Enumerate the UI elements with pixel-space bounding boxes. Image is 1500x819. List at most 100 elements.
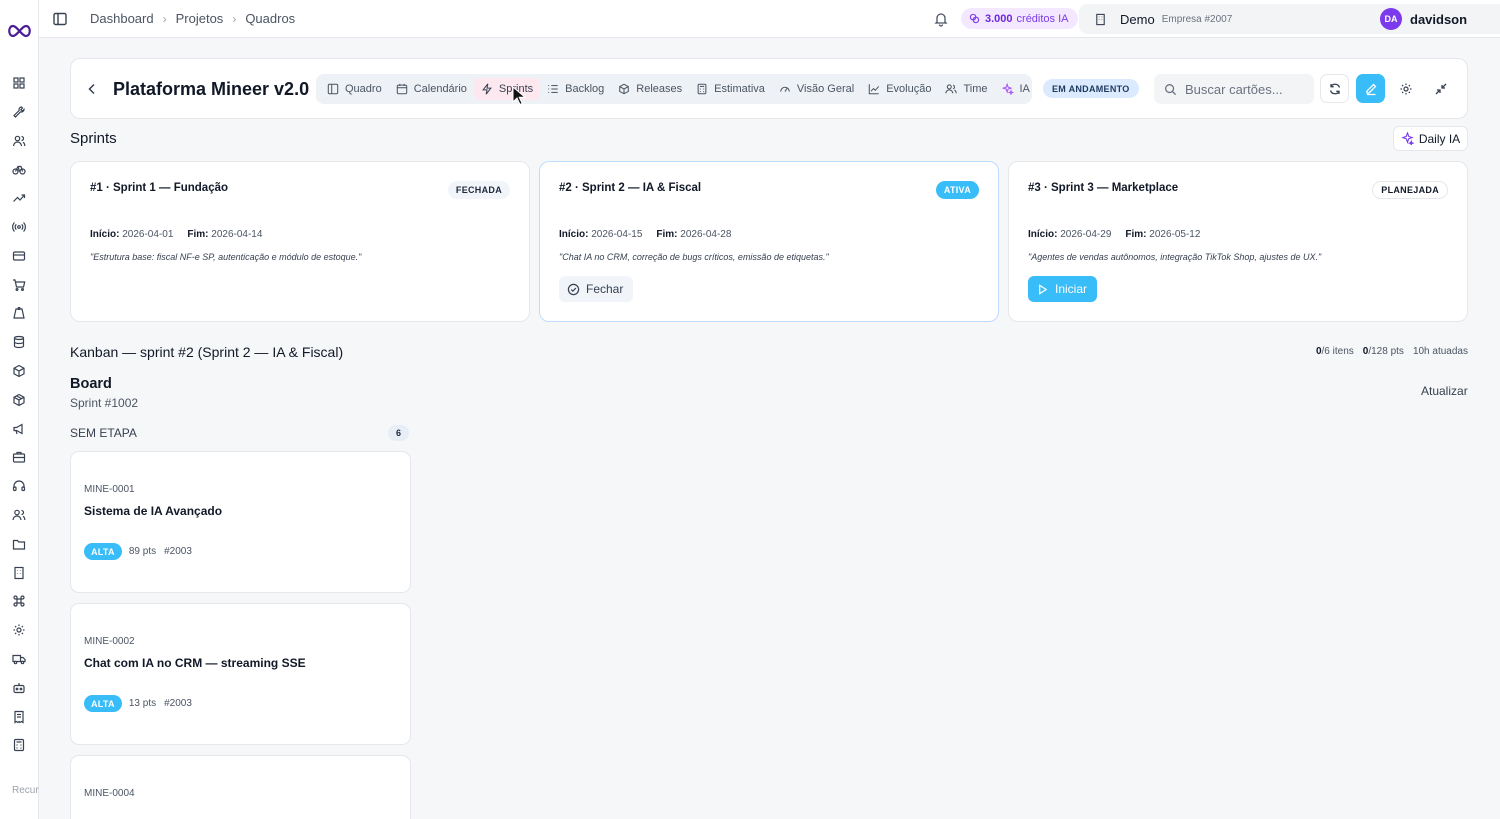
team-icon bbox=[12, 509, 26, 521]
kanban-card[interactable]: MINE-0002 Chat com IA no CRM — streaming… bbox=[70, 603, 411, 745]
breadcrumb-quadros[interactable]: Quadros bbox=[245, 11, 295, 26]
gauge-icon bbox=[780, 86, 790, 92]
topbar: Dashboard › Projetos › Quadros 3.000 cré… bbox=[39, 0, 1500, 38]
user-menu[interactable]: DA davidson bbox=[1374, 4, 1500, 34]
sidebar-tools-icon[interactable] bbox=[11, 104, 27, 120]
sprint-dates: Início: 2026-04-15 Fim: 2026-04-28 bbox=[559, 229, 731, 240]
board-title: Board bbox=[70, 376, 112, 392]
app-logo-icon[interactable] bbox=[7, 23, 32, 39]
bell-icon[interactable] bbox=[933, 11, 949, 27]
tab-visão-geral[interactable]: Visão Geral bbox=[772, 78, 861, 100]
company-sub: Empresa #2007 bbox=[1161, 13, 1233, 25]
minimize-icon bbox=[1435, 83, 1446, 94]
search-input[interactable]: Buscar cartões... bbox=[1154, 74, 1314, 104]
sidebar-trending-icon[interactable] bbox=[11, 190, 27, 206]
refresh-board-link[interactable]: Atualizar bbox=[1421, 384, 1468, 398]
board-subtitle: Sprint #1002 bbox=[70, 396, 139, 410]
sidebar-building-icon[interactable] bbox=[11, 565, 27, 581]
project-tabs: Quadro Calendário Sprints Backlog Releases Es… bbox=[316, 74, 1032, 104]
sidebar-briefcase-icon[interactable] bbox=[11, 449, 27, 465]
tab-backlog[interactable]: Backlog bbox=[540, 78, 611, 100]
breadcrumb-dashboard[interactable]: Dashboard bbox=[90, 11, 154, 26]
sidebar-robot-icon[interactable] bbox=[11, 680, 27, 696]
sidebar-command-icon[interactable] bbox=[11, 593, 27, 609]
tab-label: IA bbox=[1019, 83, 1030, 95]
tab-label: Releases bbox=[636, 83, 683, 95]
sidebar-toggle-icon[interactable] bbox=[52, 11, 68, 27]
sidebar-grid-icon[interactable] bbox=[11, 75, 27, 91]
close-sprint-button[interactable]: Fechar bbox=[559, 276, 634, 302]
tab-time[interactable]: Time bbox=[938, 78, 994, 100]
sprint-title: #2 · Sprint 2 — IA & Fiscal bbox=[559, 182, 702, 194]
briefcase-icon bbox=[12, 452, 26, 463]
sidebar-database-icon[interactable] bbox=[11, 334, 27, 350]
daily-ia-button[interactable]: Daily IA bbox=[1393, 126, 1468, 151]
sidebar-radio-icon[interactable] bbox=[11, 219, 27, 235]
sprint-card-2[interactable]: #2 · Sprint 2 — IA & Fiscal ATIVA Início… bbox=[539, 161, 999, 322]
tab-evolução[interactable]: Evolução bbox=[861, 78, 938, 100]
mouse-cursor-icon bbox=[512, 86, 526, 106]
tab-label: Calendário bbox=[413, 83, 467, 95]
breadcrumb-projetos[interactable]: Projetos bbox=[176, 11, 224, 26]
tab-calendário[interactable]: Calendário bbox=[389, 78, 474, 100]
tab-quadro[interactable]: Quadro bbox=[320, 78, 389, 100]
megaphone-icon bbox=[13, 423, 23, 435]
items-stat: 0/6 itens bbox=[1316, 346, 1354, 357]
sidebar-team-icon[interactable] bbox=[11, 507, 27, 523]
settings-button[interactable] bbox=[1391, 74, 1420, 103]
sidebar-gear-icon[interactable] bbox=[11, 622, 27, 638]
minimize-button[interactable] bbox=[1426, 74, 1455, 103]
column-count-badge: 6 bbox=[388, 425, 409, 441]
points-stat: 0/128 pts bbox=[1363, 346, 1404, 357]
headset-icon bbox=[12, 480, 26, 492]
sidebar-card-icon[interactable] bbox=[11, 248, 27, 264]
sprint-card-3[interactable]: #3 · Sprint 3 — Marketplace PLANEJADA In… bbox=[1008, 161, 1468, 322]
tab-sprints[interactable]: Sprints bbox=[473, 78, 541, 100]
tab-ia[interactable]: IA bbox=[995, 78, 1037, 100]
sidebar-megaphone-icon[interactable] bbox=[11, 421, 27, 437]
sidebar-users-icon[interactable] bbox=[11, 133, 27, 149]
kanban-card[interactable]: MINE-0001 Sistema de IA Avançado ALTA 89… bbox=[70, 451, 411, 593]
sprint-title: #3 · Sprint 3 — Marketplace bbox=[1028, 182, 1179, 194]
end-label: Fim: bbox=[1125, 229, 1147, 240]
sidebar-headset-icon[interactable] bbox=[11, 478, 27, 494]
sidebar-box-icon[interactable] bbox=[11, 363, 27, 379]
sidebar-weight-icon[interactable] bbox=[11, 305, 27, 321]
calendar-icon bbox=[396, 83, 407, 95]
sidebar-truck-icon[interactable] bbox=[11, 651, 27, 667]
end-label: Fim: bbox=[187, 229, 209, 240]
card-title: Chat com IA no CRM — streaming SSE bbox=[84, 656, 306, 670]
sprint-card-1[interactable]: #1 · Sprint 1 — Fundação FECHADA Início:… bbox=[70, 161, 530, 322]
board-icon bbox=[327, 83, 339, 95]
kanban-title: Kanban — sprint #2 (Sprint 2 — IA & Fisc… bbox=[70, 344, 344, 360]
refresh-button[interactable] bbox=[1320, 74, 1349, 103]
sidebar-bike-icon[interactable] bbox=[11, 161, 27, 177]
back-arrow-icon[interactable] bbox=[84, 81, 100, 97]
search-icon bbox=[1165, 83, 1177, 95]
end-date: 2026-05-12 bbox=[1149, 229, 1201, 240]
priority-badge: ALTA bbox=[84, 543, 122, 560]
breadcrumb: Dashboard › Projetos › Quadros bbox=[90, 11, 295, 26]
bolt-icon bbox=[481, 83, 492, 95]
start-sprint-button[interactable]: Iniciar bbox=[1028, 276, 1098, 302]
edit-button[interactable] bbox=[1356, 74, 1385, 103]
start-sprint-label: Iniciar bbox=[1055, 282, 1088, 296]
sidebar-folder-icon[interactable] bbox=[11, 536, 27, 552]
ai-credits-badge[interactable]: 3.000 créditos IA bbox=[961, 8, 1078, 29]
building-icon bbox=[1096, 13, 1105, 25]
sprint-status-badge: PLANEJADA bbox=[1372, 181, 1448, 199]
tab-estimativa[interactable]: Estimativa bbox=[689, 78, 772, 100]
card-code: MINE-0001 bbox=[84, 484, 135, 495]
team-icon bbox=[945, 84, 958, 94]
tab-releases[interactable]: Releases bbox=[611, 78, 689, 100]
sidebar-package-icon[interactable] bbox=[11, 392, 27, 408]
credits-label: créditos IA bbox=[1016, 12, 1069, 25]
card-tag: #2003 bbox=[164, 698, 192, 709]
sidebar-calculator-icon[interactable] bbox=[11, 737, 27, 753]
database-icon bbox=[13, 336, 25, 349]
kanban-card[interactable]: MINE-0004 bbox=[70, 755, 411, 819]
sidebar-receipt-icon[interactable] bbox=[11, 709, 27, 725]
sidebar-cart-icon[interactable] bbox=[11, 277, 27, 293]
company-selector[interactable]: Demo Empresa #2007 bbox=[1079, 4, 1404, 34]
tab-label: Visão Geral bbox=[796, 83, 855, 95]
